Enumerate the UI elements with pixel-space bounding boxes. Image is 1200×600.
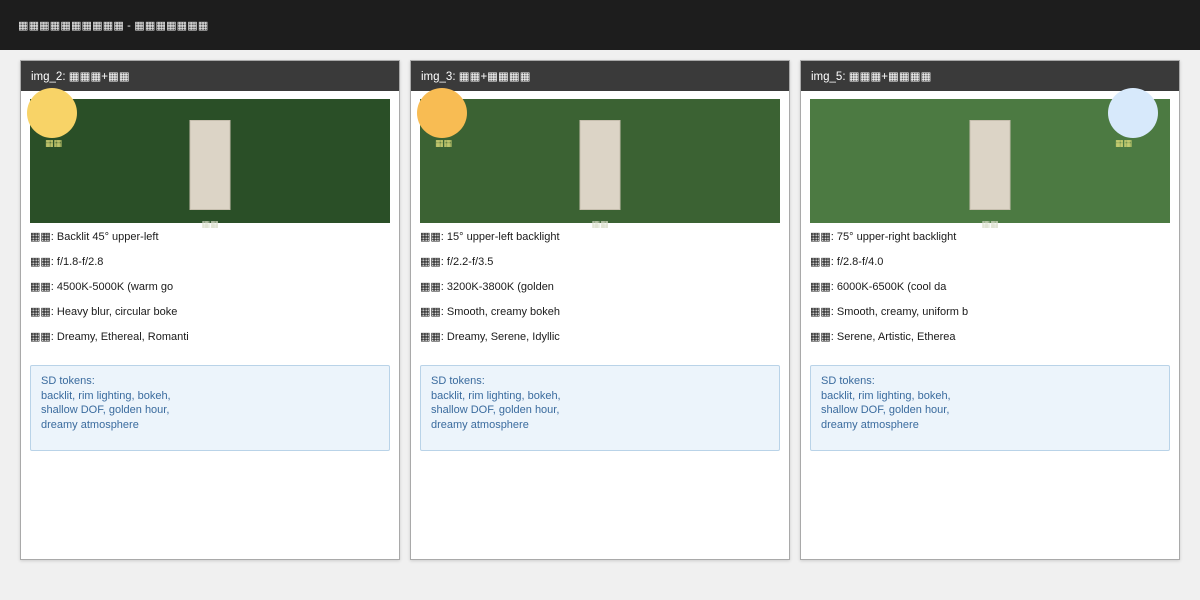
card-header: img_3: ▦▦+▦▦▦▦ [411,61,789,91]
param-aperture: ▦▦: f/2.8-f/4.0 [810,250,1170,275]
sun-icon [27,88,77,138]
sd-tokens-title: SD tokens: [821,374,1159,389]
image-card-img5: img_5: ▦▦▦+▦▦▦▦ ▦▦ ▦▦ ▦▦: 75° upper-righ… [800,60,1180,560]
param-bokeh: ▦▦: Smooth, creamy, uniform b [810,300,1170,325]
light-source-label: ▦▦ [435,137,452,149]
sd-tokens-line: backlit, rim lighting, bokeh, [821,389,1159,404]
sd-tokens-title: SD tokens: [41,374,379,389]
card-title: img_5: ▦▦▦+▦▦▦▦ [811,69,932,83]
image-card-img2: img_2: ▦▦▦+▦▦ ▦▦ ▦▦ ▦▦: Backlit 45° uppe… [20,60,400,560]
scene-preview: ▦▦ ▦▦ [30,99,390,223]
sd-tokens-line: shallow DOF, golden hour, [821,403,1159,418]
param-color-temp: ▦▦: 4500K-5000K (warm go [30,275,390,300]
subject-rectangle [970,120,1011,210]
light-source-label: ▦▦ [1115,137,1132,149]
param-bokeh: ▦▦: Smooth, creamy bokeh [420,300,780,325]
image-card-img3: img_3: ▦▦+▦▦▦▦ ▦▦ ▦▦ ▦▦: 15° upper-left … [410,60,790,560]
sd-tokens-line: dreamy atmosphere [821,418,1159,433]
card-body: ▦▦ ▦▦ ▦▦: Backlit 45° upper-left ▦▦: f/1… [21,91,399,451]
card-grid: img_2: ▦▦▦+▦▦ ▦▦ ▦▦ ▦▦: Backlit 45° uppe… [0,50,1200,560]
sd-tokens-title: SD tokens: [431,374,769,389]
subject-rectangle [190,120,231,210]
param-mood: ▦▦: Dreamy, Serene, Idyllic [420,325,780,350]
param-mood: ▦▦: Serene, Artistic, Etherea [810,325,1170,350]
sd-tokens-line: shallow DOF, golden hour, [41,403,379,418]
sd-tokens-line: shallow DOF, golden hour, [431,403,769,418]
parameter-list: ▦▦: 75° upper-right backlight ▦▦: f/2.8-… [810,225,1170,350]
card-header: img_5: ▦▦▦+▦▦▦▦ [801,61,1179,91]
param-aperture: ▦▦: f/1.8-f/2.8 [30,250,390,275]
subject-label: ▦▦ [981,218,998,230]
scene-preview: ▦▦ ▦▦ [420,99,780,223]
subject-label: ▦▦ [201,218,218,230]
card-body: ▦▦ ▦▦ ▦▦: 75° upper-right backlight ▦▦: … [801,91,1179,451]
param-aperture: ▦▦: f/2.2-f/3.5 [420,250,780,275]
card-title: img_2: ▦▦▦+▦▦ [31,69,130,83]
light-source-label: ▦▦ [45,137,62,149]
page-title: ▦▦▦▦▦▦▦▦▦▦ - ▦▦▦▦▦▦▦ [18,19,208,32]
param-bokeh: ▦▦: Heavy blur, circular boke [30,300,390,325]
card-body: ▦▦ ▦▦ ▦▦: 15° upper-left backlight ▦▦: f… [411,91,789,451]
sun-icon [417,88,467,138]
titlebar: ▦▦▦▦▦▦▦▦▦▦ - ▦▦▦▦▦▦▦ [0,0,1200,50]
parameter-list: ▦▦: 15° upper-left backlight ▦▦: f/2.2-f… [420,225,780,350]
sd-tokens-box: SD tokens: backlit, rim lighting, bokeh,… [420,365,780,451]
param-mood: ▦▦: Dreamy, Ethereal, Romanti [30,325,390,350]
param-color-temp: ▦▦: 6000K-6500K (cool da [810,275,1170,300]
card-header: img_2: ▦▦▦+▦▦ [21,61,399,91]
card-title: img_3: ▦▦+▦▦▦▦ [421,69,531,83]
sun-icon [1108,88,1158,138]
sd-tokens-box: SD tokens: backlit, rim lighting, bokeh,… [810,365,1170,451]
subject-label: ▦▦ [591,218,608,230]
sd-tokens-line: dreamy atmosphere [41,418,379,433]
subject-rectangle [580,120,621,210]
sd-tokens-line: dreamy atmosphere [431,418,769,433]
sd-tokens-line: backlit, rim lighting, bokeh, [41,389,379,404]
sd-tokens-box: SD tokens: backlit, rim lighting, bokeh,… [30,365,390,451]
parameter-list: ▦▦: Backlit 45° upper-left ▦▦: f/1.8-f/2… [30,225,390,350]
sd-tokens-line: backlit, rim lighting, bokeh, [431,389,769,404]
scene-preview: ▦▦ ▦▦ [810,99,1170,223]
param-color-temp: ▦▦: 3200K-3800K (golden [420,275,780,300]
